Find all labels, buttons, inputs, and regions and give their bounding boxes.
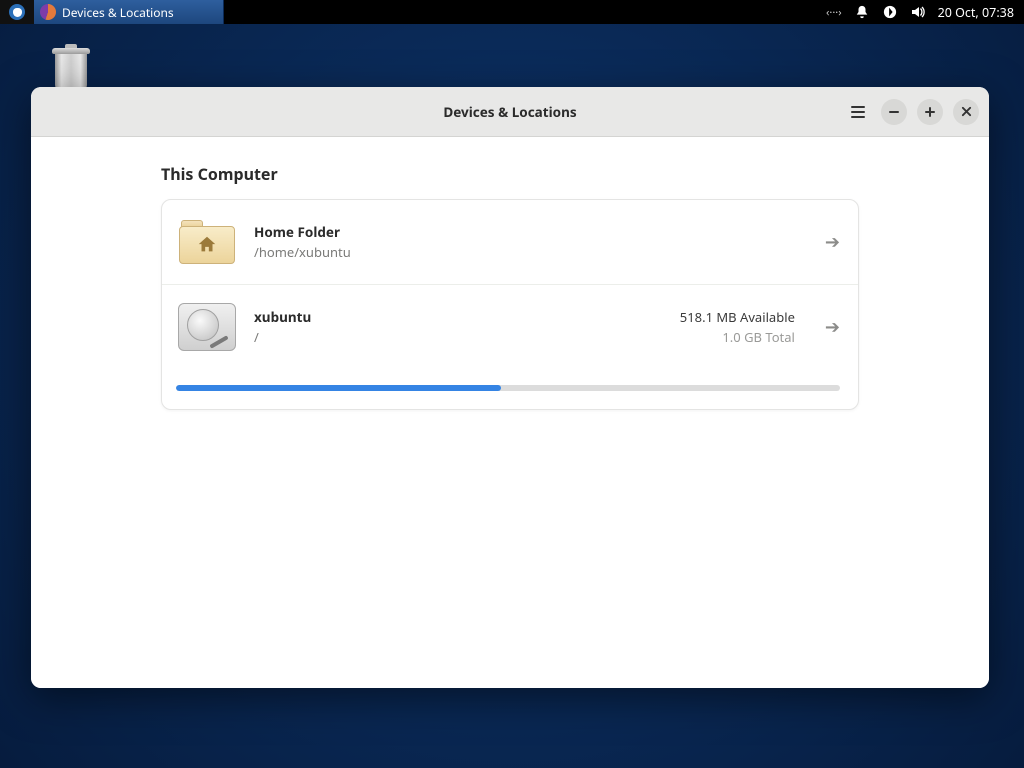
row-main: xubuntu / xyxy=(254,308,664,346)
disk-total: 1.0 GB Total xyxy=(680,328,795,346)
taskbar-label: Devices & Locations xyxy=(62,4,174,21)
taskbar-button-devices[interactable]: Devices & Locations xyxy=(34,0,224,24)
disk-available: 518.1 MB Available xyxy=(680,308,795,326)
panel-right: ‹···› 20 Oct, 07:38 xyxy=(826,0,1024,24)
row-subtitle: /home/xubuntu xyxy=(254,243,795,261)
row-title: Home Folder xyxy=(254,223,795,241)
notifications-icon[interactable] xyxy=(854,4,870,20)
maximize-button[interactable] xyxy=(917,99,943,125)
minimize-button[interactable] xyxy=(881,99,907,125)
power-icon[interactable] xyxy=(882,4,898,20)
section-title: This Computer xyxy=(161,163,859,185)
row-root-disk[interactable]: xubuntu / 518.1 MB Available 1.0 GB Tota… xyxy=(162,284,858,409)
harddrive-icon xyxy=(176,299,238,355)
arrow-right-icon: ➔ xyxy=(825,230,840,254)
window-content: This Computer Home Folder /home/xubuntu xyxy=(31,137,989,688)
disk-usage-bar xyxy=(176,385,840,391)
top-panel: Devices & Locations ‹···› 20 Oct, 07:38 xyxy=(0,0,1024,24)
network-icon[interactable]: ‹···› xyxy=(826,4,842,20)
titlebar[interactable]: Devices & Locations xyxy=(31,87,989,137)
devices-window: Devices & Locations This Computer xyxy=(31,87,989,688)
row-subtitle: / xyxy=(254,328,664,346)
panel-left: Devices & Locations xyxy=(0,0,224,24)
disk-stats: 518.1 MB Available 1.0 GB Total xyxy=(680,308,795,346)
titlebar-controls xyxy=(845,99,989,125)
row-home-folder[interactable]: Home Folder /home/xubuntu ➔ xyxy=(162,200,858,284)
app-icon xyxy=(40,4,56,20)
clock[interactable]: 20 Oct, 07:38 xyxy=(938,4,1014,21)
volume-icon[interactable] xyxy=(910,4,926,20)
locations-card: Home Folder /home/xubuntu ➔ xubuntu / 51… xyxy=(161,199,859,410)
applications-menu-button[interactable] xyxy=(0,0,34,24)
xfce-logo-icon xyxy=(9,4,25,20)
row-title: xubuntu xyxy=(254,308,664,326)
close-button[interactable] xyxy=(953,99,979,125)
svg-text:‹···›: ‹···› xyxy=(826,5,842,20)
home-folder-icon xyxy=(176,214,238,270)
row-main: Home Folder /home/xubuntu xyxy=(254,223,795,261)
menu-button[interactable] xyxy=(845,99,871,125)
arrow-right-icon: ➔ xyxy=(825,315,840,339)
